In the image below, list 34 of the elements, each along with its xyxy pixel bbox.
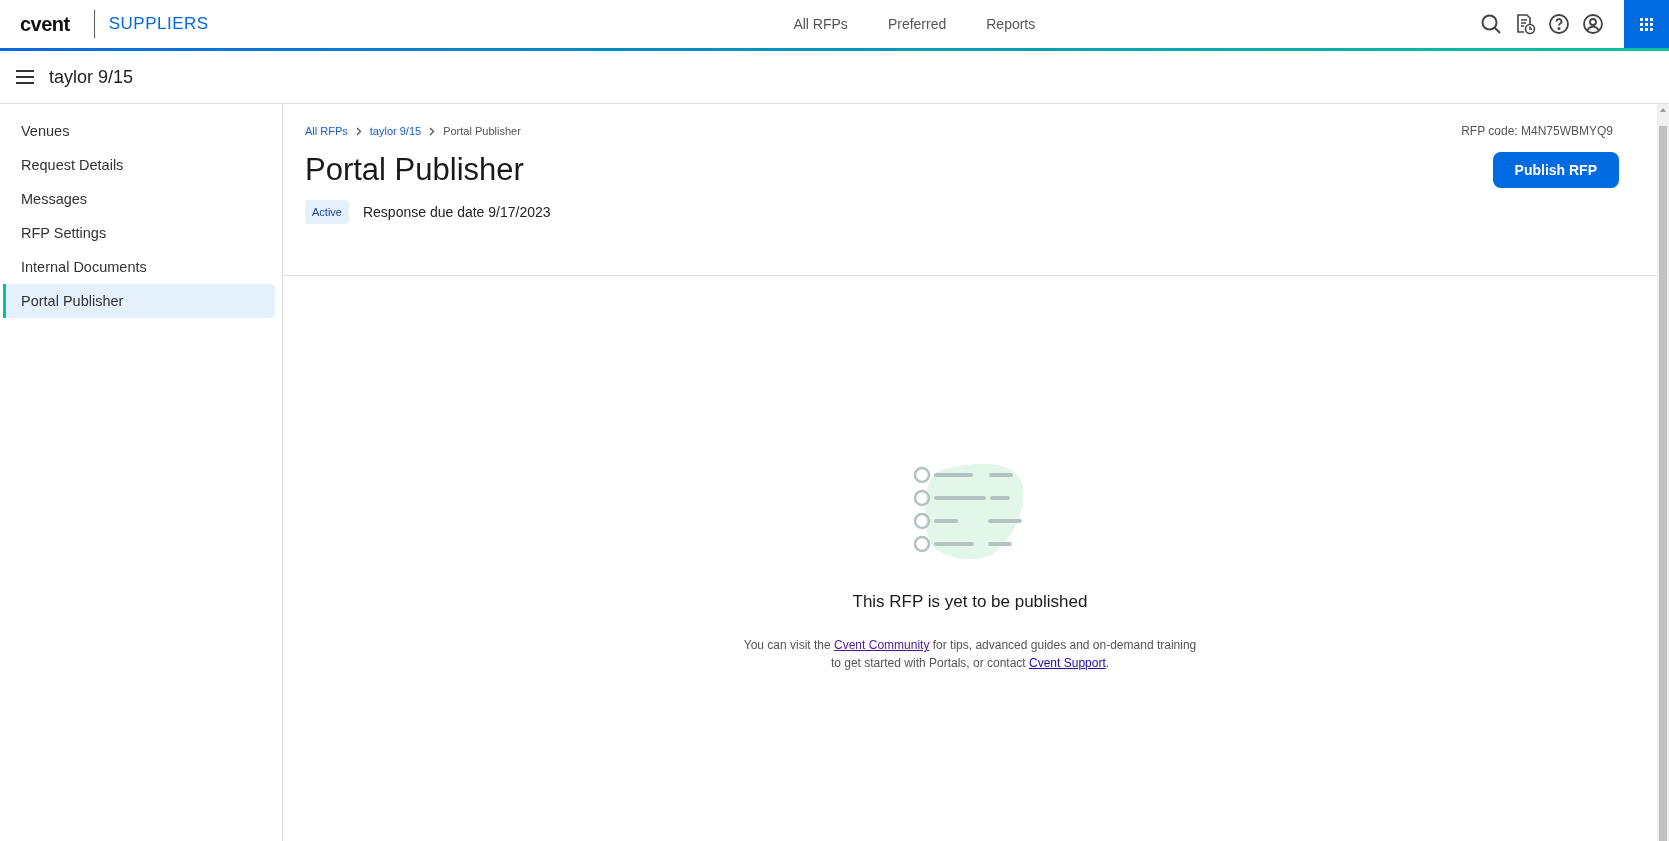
cvent-logo[interactable]: cvent (20, 12, 70, 36)
menu-icon[interactable] (16, 70, 34, 84)
rfp-code: RFP code: M4N75WBMYQ9 (1461, 124, 1613, 138)
sidebar-item[interactable]: Internal Documents (3, 250, 275, 284)
sidebar-item[interactable]: Portal Publisher (3, 284, 275, 318)
sidebar-item[interactable]: Messages (3, 182, 275, 216)
chevron-right-icon (355, 126, 362, 136)
user-account-icon[interactable] (1582, 13, 1604, 35)
publish-rfp-button[interactable]: Publish RFP (1492, 152, 1619, 188)
help-link[interactable]: Cvent Support (1029, 656, 1106, 670)
nav-link[interactable]: All RFPs (793, 16, 848, 32)
help-icon[interactable] (1548, 13, 1570, 35)
sidebar-item[interactable]: Request Details (3, 148, 275, 182)
status-badge: Active (305, 200, 349, 224)
nav-link[interactable]: Reports (986, 16, 1036, 32)
search-icon[interactable] (1480, 13, 1502, 35)
response-due-date: Response due date 9/17/2023 (362, 204, 551, 220)
nav-link[interactable]: Preferred (887, 16, 947, 32)
empty-state-message: You can visit the Cvent Community for tips, advanced guides and on-demand training to get started with Portals, or contact Cvent Support. (742, 637, 1198, 672)
help-link[interactable]: Cvent Community (834, 638, 930, 652)
breadcrumb-current: Portal Publisher (443, 125, 521, 137)
app-launcher-button[interactable] (1624, 0, 1669, 48)
empty-state-heading: This RFP is yet to be published (852, 592, 1088, 612)
scrollbar-thumb[interactable] (1659, 126, 1667, 841)
document-clock-icon[interactable] (1514, 13, 1536, 35)
sidebar-item[interactable]: RFP Settings (3, 216, 275, 250)
breadcrumb-link[interactable]: All RFPs (305, 125, 348, 137)
rfp-name: taylor 9/15 (49, 66, 134, 88)
product-name: SUPPLIERS (108, 14, 209, 34)
breadcrumb-link[interactable]: taylor 9/15 (369, 125, 422, 137)
grid-icon (1640, 17, 1653, 31)
sidebar-item[interactable]: Venues (3, 114, 275, 148)
chevron-right-icon (429, 126, 436, 136)
page-title: Portal Publisher (305, 152, 524, 188)
